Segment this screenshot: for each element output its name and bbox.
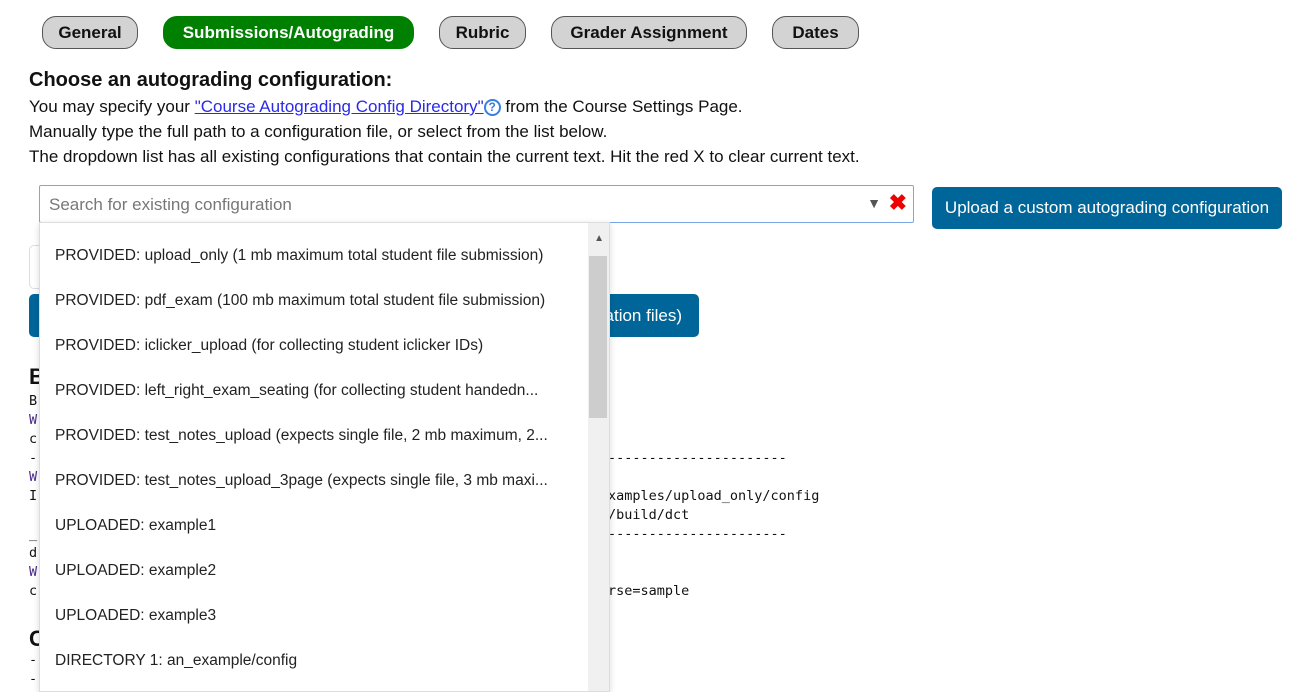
bg-bottom-line: - [29,652,38,668]
bg-output-line-right: ---------------------- [608,450,787,466]
dropdown-option[interactable]: DIRECTORY 1: an_example/config [40,638,590,683]
dropdown-option[interactable]: PROVIDED: pdf_exam (100 mb maximum total… [40,278,590,323]
dropdown-option[interactable]: UPLOADED: example1 [40,503,590,548]
dropdown-option[interactable]: PROVIDED: left_right_exam_seating (for c… [40,368,590,413]
bg-output-line-right: ---------------------- [608,526,787,542]
intro-line-1: You may specify your "Course Autograding… [29,97,743,117]
intro-line-2: Manually type the full path to a configu… [29,122,608,141]
dropdown-option[interactable]: UPLOADED: example3 [40,593,590,638]
bg-output-line: - [29,450,38,466]
dropdown-scrollbar[interactable]: ▲ [588,223,609,691]
tab-grader-assignment[interactable]: Grader Assignment [551,16,747,49]
bg-bottom-line: - [29,671,38,687]
bg-output-line: _ [29,526,38,542]
dropdown-option[interactable]: PROVIDED: iclicker_upload (for collectin… [40,323,590,368]
upload-custom-config-button[interactable]: Upload a custom autograding configuratio… [932,187,1282,229]
intro-suffix: from the Course Settings Page. [500,97,743,116]
tab-rubric[interactable]: Rubric [439,16,526,49]
bg-output-line: I [29,488,38,504]
clear-x-icon[interactable]: ✖ [889,190,907,216]
dropdown-option[interactable]: PROVIDED: test_notes_upload_3page (expec… [40,458,590,503]
bg-output-line: c [29,583,38,599]
config-search-input[interactable]: Search for existing configuration ▼ ✖ [39,185,914,223]
dropdown-caret-icon[interactable]: ▼ [867,195,881,211]
bg-output-line-right: xamples/upload_only/config [608,488,820,504]
bg-output-line-right: /build/dct [608,507,690,523]
scroll-up-icon[interactable]: ▲ [594,233,604,244]
dropdown-option[interactable]: UPLOADED: example2 [40,548,590,593]
section-heading: Choose an autograding configuration: [29,69,393,91]
tab-dates[interactable]: Dates [772,16,859,49]
intro-line-3: The dropdown list has all existing confi… [29,147,860,166]
bg-output-line: d [29,545,38,561]
help-icon[interactable]: ? [483,99,501,116]
bg-output-line: W [29,469,38,485]
config-directory-link[interactable]: "Course Autograding Config Directory" [195,97,484,116]
config-dropdown-list[interactable]: PROVIDED: upload_only (1 mb maximum tota… [39,222,610,692]
dropdown-option[interactable]: PROVIDED: upload_only (1 mb maximum tota… [40,233,590,278]
bg-output-line: W [29,412,38,428]
tab-general[interactable]: General [42,16,138,49]
hidden-button-label: ation files) [604,305,682,325]
tab-submissions-autograding[interactable]: Submissions/Autograding [163,16,414,49]
intro-prefix: You may specify your [29,97,195,116]
bg-output-line: W [29,564,38,580]
scrollbar-thumb[interactable] [589,256,607,418]
dropdown-option[interactable]: PROVIDED: test_notes_upload (expects sin… [40,413,590,458]
bg-output-line: B [29,393,38,409]
bg-output-line: c [29,431,38,447]
bg-output-line-right: rse=sample [608,583,690,599]
search-placeholder: Search for existing configuration [49,195,292,214]
